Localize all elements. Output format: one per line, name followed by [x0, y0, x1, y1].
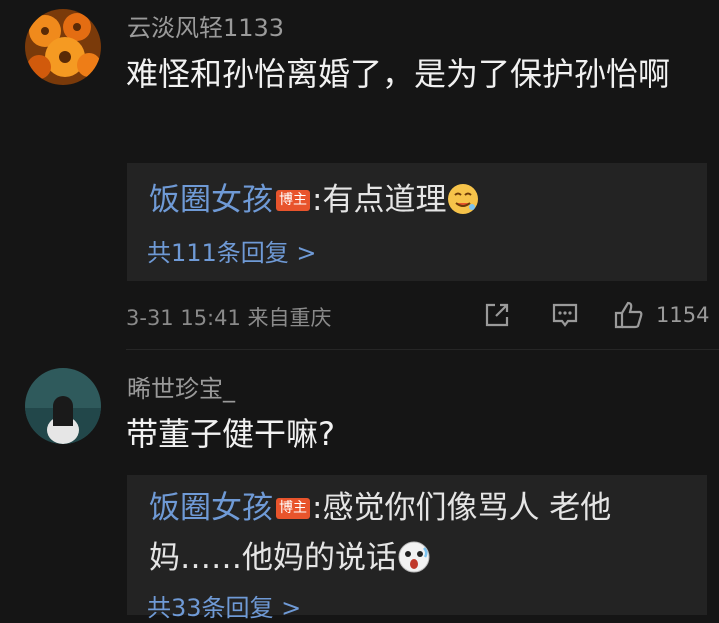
share-icon[interactable] — [482, 300, 512, 334]
reply-line: 饭圈女孩 博主:有点道理 — [149, 175, 695, 225]
comment-text: 带董子健干嘛? — [126, 415, 335, 453]
like-icon[interactable] — [613, 300, 645, 334]
reply-author[interactable]: 饭圈女孩 — [149, 490, 273, 526]
reply-count-link[interactable]: 共33条回复 > — [147, 588, 301, 623]
comment-meta: 3-31 15:41 来自重庆 — [126, 306, 332, 330]
reply-preview[interactable]: 饭圈女孩 博主:感觉你们像骂人 老他妈……他妈的说话 共33条回复 > — [127, 475, 707, 622]
reply-count-link[interactable]: 共111条回复 > — [147, 233, 317, 268]
reply-line: 饭圈女孩 博主:感觉你们像骂人 老他妈……他妈的说话 — [149, 483, 695, 583]
username[interactable]: 云淡风轻1133 — [127, 8, 284, 43]
reply-text: :有点道理 — [312, 182, 447, 218]
avatar[interactable] — [25, 368, 101, 444]
comment-icon[interactable] — [550, 300, 580, 334]
shocked-emoji-icon — [397, 540, 431, 574]
comment-item: 晞世珍宝_ 带董子健干嘛? 饭圈女孩 博主:感觉你们像骂人 老他妈……他妈的说话 … — [0, 350, 719, 622]
author-badge: 博主 — [276, 190, 310, 211]
author-badge: 博主 — [276, 498, 310, 519]
reply-preview[interactable]: 饭圈女孩 博主:有点道理 共111条回复 > — [127, 163, 707, 281]
comment-item: 云淡风轻1133 难怪和孙怡离婚了，是为了保护孙怡啊 饭圈女孩 博主:有点道理 共… — [0, 0, 719, 350]
comment-text: 难怪和孙怡离婚了，是为了保护孙怡啊 — [126, 55, 671, 93]
username[interactable]: 晞世珍宝_ — [127, 369, 235, 404]
like-count: 1154 — [656, 303, 710, 327]
avatar[interactable] — [25, 9, 101, 85]
reply-author[interactable]: 饭圈女孩 — [149, 182, 273, 218]
drooling-emoji-icon — [446, 182, 480, 216]
